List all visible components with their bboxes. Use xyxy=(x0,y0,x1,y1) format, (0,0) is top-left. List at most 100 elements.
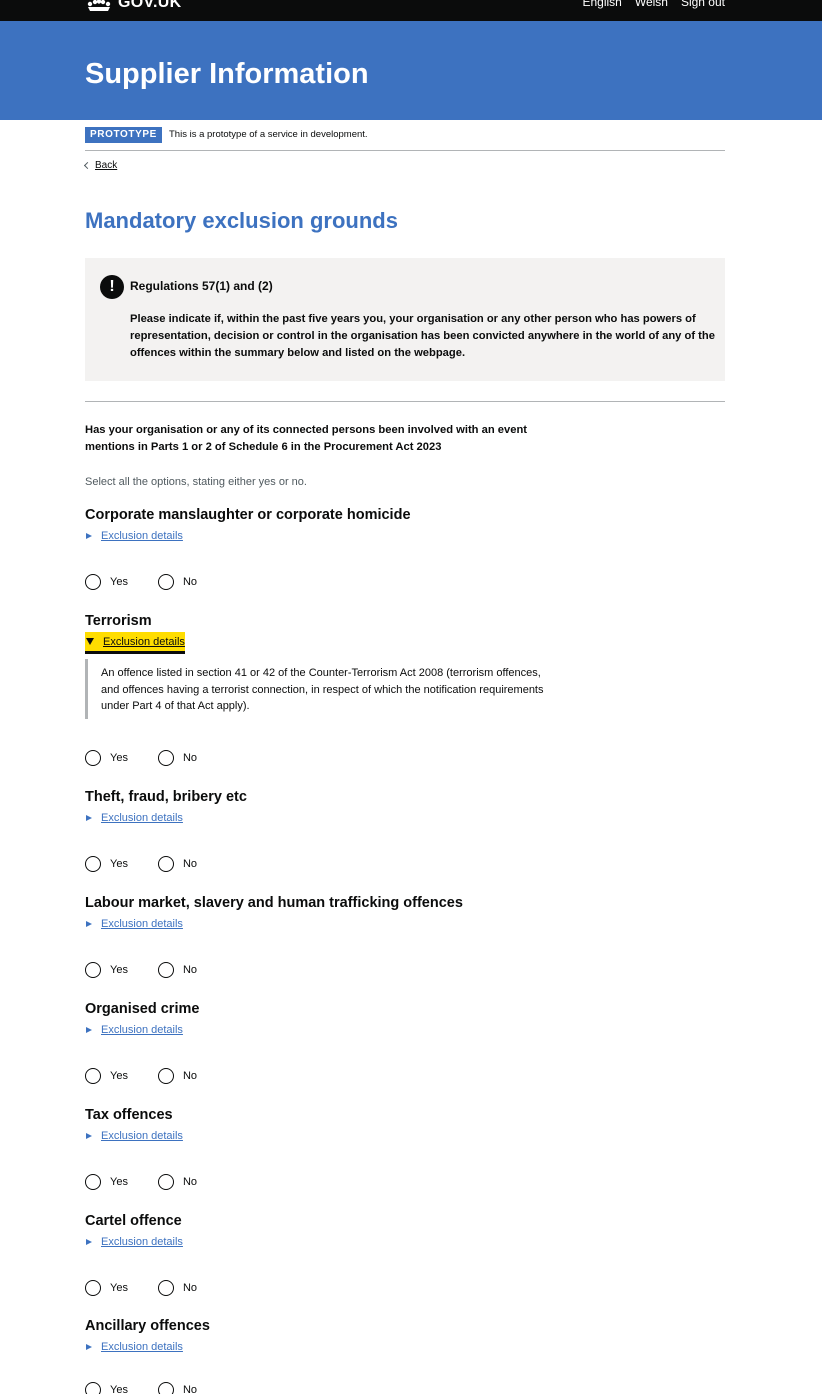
language-english-link[interactable]: English xyxy=(582,0,621,9)
radio-no[interactable]: No xyxy=(157,856,198,872)
yes-no-radios: Yes No xyxy=(85,1382,197,1394)
radio-yes[interactable]: Yes xyxy=(85,1174,128,1190)
phase-tag: PROTOTYPE xyxy=(85,127,162,143)
radio-yes[interactable]: Yes xyxy=(85,750,128,766)
radio-circle[interactable] xyxy=(85,1280,101,1296)
back-link[interactable]: Back xyxy=(83,160,117,171)
triangle-right-icon xyxy=(86,920,92,927)
exclusion-details-toggle[interactable]: Exclusion details xyxy=(85,632,185,651)
exclusion-section-tax-offences: Tax offences Exclusion details Yes No xyxy=(85,1105,725,1190)
radio-yes-label: Yes xyxy=(110,858,128,870)
radio-no-label: No xyxy=(182,1384,198,1394)
triangle-right-icon xyxy=(86,814,92,821)
radio-yes-label: Yes xyxy=(110,1384,128,1394)
yes-no-radios: Yes No xyxy=(85,750,197,766)
yes-no-radios: Yes No xyxy=(85,1068,197,1084)
radio-no-label: No xyxy=(182,858,198,870)
radio-circle[interactable] xyxy=(157,856,174,872)
sign-out-link[interactable]: Sign out xyxy=(681,0,725,9)
page: GOV.UK English Welsh Sign out Supplier I… xyxy=(0,0,822,1394)
exclusion-section-corporate-manslaughter: Corporate manslaughter or corporate homi… xyxy=(85,505,725,590)
section-title: Labour market, slavery and human traffic… xyxy=(85,895,463,911)
radio-no-label: No xyxy=(182,1176,198,1188)
exclusion-details-toggle[interactable]: Exclusion details xyxy=(85,808,183,827)
warning-title: Regulations 57(1) and (2) xyxy=(130,279,273,293)
radio-yes[interactable]: Yes xyxy=(85,1068,128,1084)
yes-no-radios: Yes No xyxy=(85,574,197,590)
question-legend: Has your organisation or any of its conn… xyxy=(85,424,527,453)
radio-circle[interactable] xyxy=(157,1068,174,1084)
radio-circle[interactable] xyxy=(85,1174,101,1190)
radio-yes[interactable]: Yes xyxy=(85,856,128,872)
govuk-logo-text[interactable]: GOV.UK xyxy=(118,0,181,12)
radio-circle[interactable] xyxy=(157,574,174,590)
section-title: Cartel offence xyxy=(85,1213,182,1229)
radio-yes-label: Yes xyxy=(110,576,128,588)
exclusion-details-toggle[interactable]: Exclusion details xyxy=(85,1126,183,1145)
details-label: Exclusion details xyxy=(101,811,183,824)
radio-yes[interactable]: Yes xyxy=(85,1382,128,1394)
question-hint: Select all the options, stating either y… xyxy=(85,476,307,488)
radio-circle[interactable] xyxy=(157,1174,174,1190)
radio-no-label: No xyxy=(182,1282,198,1294)
radio-circle[interactable] xyxy=(85,574,101,590)
triangle-right-icon xyxy=(86,1238,92,1245)
govuk-header: GOV.UK English Welsh Sign out xyxy=(0,0,822,21)
yes-no-radios: Yes No xyxy=(85,856,197,872)
radio-yes[interactable]: Yes xyxy=(85,962,128,978)
radio-no[interactable]: No xyxy=(157,1068,198,1084)
yes-no-radios: Yes No xyxy=(85,1280,197,1296)
language-welsh-link[interactable]: Welsh xyxy=(635,0,668,9)
exclusion-details-toggle[interactable]: Exclusion details xyxy=(85,526,183,545)
radio-circle[interactable] xyxy=(157,1382,174,1394)
exclusion-section-terrorism: Terrorism Exclusion details An offence l… xyxy=(85,611,725,766)
radio-circle[interactable] xyxy=(85,1068,101,1084)
warning-icon: ! xyxy=(100,275,124,299)
radio-circle[interactable] xyxy=(85,1382,101,1394)
details-label: Exclusion details xyxy=(101,1023,183,1036)
exclusion-section-ancillary-offences: Ancillary offences Exclusion details Yes… xyxy=(85,1316,725,1394)
radio-circle[interactable] xyxy=(157,750,174,766)
radio-circle[interactable] xyxy=(85,962,101,978)
section-title: Theft, fraud, bribery etc xyxy=(85,789,247,805)
radio-yes-label: Yes xyxy=(110,1282,128,1294)
crown-logo-icon xyxy=(87,0,111,11)
radio-no[interactable]: No xyxy=(157,750,198,766)
details-label: Exclusion details xyxy=(103,635,185,648)
triangle-right-icon xyxy=(86,532,92,539)
details-label: Exclusion details xyxy=(101,529,183,542)
phase-banner-text: This is a prototype of a service in deve… xyxy=(169,129,368,140)
radio-no-label: No xyxy=(182,752,198,764)
radio-circle[interactable] xyxy=(85,856,101,872)
radio-circle[interactable] xyxy=(85,750,101,766)
details-label: Exclusion details xyxy=(101,1129,183,1142)
radio-yes-label: Yes xyxy=(110,1070,128,1082)
radio-no-label: No xyxy=(182,964,198,976)
section-title: Tax offences xyxy=(85,1107,173,1123)
exclusion-details-toggle[interactable]: Exclusion details xyxy=(85,1020,183,1039)
triangle-right-icon xyxy=(86,1343,92,1350)
yes-no-radios: Yes No xyxy=(85,962,197,978)
radio-yes[interactable]: Yes xyxy=(85,574,128,590)
exclusion-details-text: An offence listed in section 41 or 42 of… xyxy=(85,659,555,719)
radio-yes[interactable]: Yes xyxy=(85,1280,128,1296)
radio-no[interactable]: No xyxy=(157,1174,198,1190)
details-label: Exclusion details xyxy=(101,1235,183,1248)
exclusion-details-toggle[interactable]: Exclusion details xyxy=(85,1232,183,1251)
exclusion-section-organised-crime: Organised crime Exclusion details Yes No xyxy=(85,999,725,1084)
radio-circle[interactable] xyxy=(157,962,174,978)
section-divider xyxy=(85,401,725,402)
exclusion-section-labour-market: Labour market, slavery and human traffic… xyxy=(85,893,725,978)
radio-no[interactable]: No xyxy=(157,1382,198,1394)
service-name[interactable]: Supplier Information xyxy=(85,58,369,91)
radio-no[interactable]: No xyxy=(157,1280,198,1296)
exclusion-details-toggle[interactable]: Exclusion details xyxy=(85,1337,183,1356)
radio-circle[interactable] xyxy=(157,1280,174,1296)
radio-yes-label: Yes xyxy=(110,1176,128,1188)
warning-body: Please indicate if, within the past five… xyxy=(130,313,715,359)
radio-yes-label: Yes xyxy=(110,964,128,976)
exclusion-details-toggle[interactable]: Exclusion details xyxy=(85,914,183,933)
radio-no[interactable]: No xyxy=(157,574,197,590)
radio-no-label: No xyxy=(182,1070,198,1082)
radio-no[interactable]: No xyxy=(157,962,198,978)
